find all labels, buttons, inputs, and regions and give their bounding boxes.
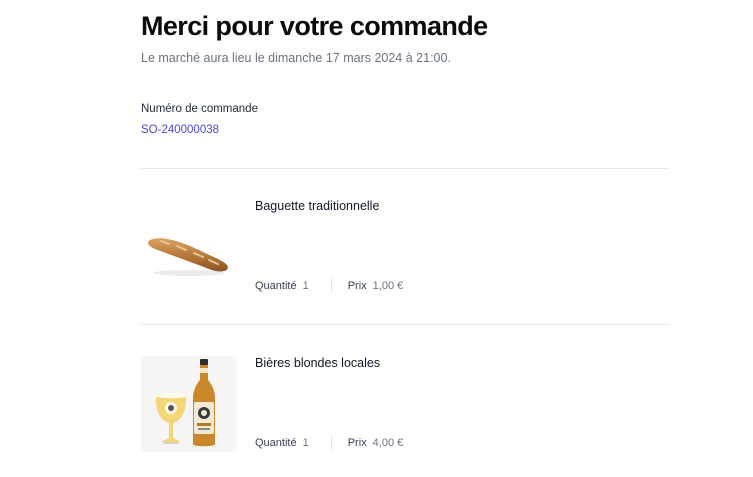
- order-number-label: Numéro de commande: [141, 103, 258, 115]
- item-name: Baguette traditionnelle: [255, 199, 380, 213]
- price-label: Prix: [347, 436, 367, 449]
- price-value: 4,00 €: [372, 436, 404, 449]
- quantity-label: Quantité: [255, 279, 297, 292]
- price-label: Prix: [347, 279, 367, 292]
- item-name: Bières blondes locales: [255, 356, 381, 370]
- quantity-value: 1: [302, 436, 309, 449]
- quantity-value: 1: [302, 279, 309, 292]
- item-meta: Quantité 1 Prix 1,00 €: [255, 278, 403, 293]
- divider: [141, 324, 669, 325]
- page-title: Merci pour votre commande: [141, 11, 488, 41]
- order-item: Baguette traditionnelle Quantité 1 Prix …: [141, 199, 669, 295]
- item-meta: Quantité 1 Prix 4,00 €: [255, 435, 403, 450]
- quantity-label: Quantité: [255, 436, 297, 449]
- meta-separator: [330, 435, 332, 450]
- market-date-text: Le marché aura lieu le dimanche 17 mars …: [141, 51, 451, 65]
- price-value: 1,00 €: [372, 279, 404, 292]
- order-number-link[interactable]: SO-240000038: [141, 124, 219, 136]
- order-item: Bières blondes locales Quantité 1 Prix 4…: [141, 356, 669, 452]
- meta-separator: [330, 278, 332, 293]
- baguette-image: [141, 199, 237, 295]
- beer-image: [141, 356, 237, 452]
- divider: [141, 168, 669, 169]
